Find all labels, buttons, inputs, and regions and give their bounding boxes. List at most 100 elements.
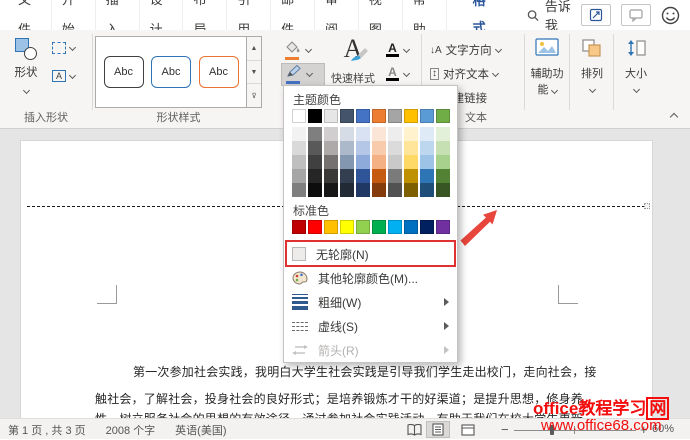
standard-color-swatch-8[interactable] — [404, 220, 418, 234]
tell-me[interactable]: 告诉我 — [527, 0, 581, 34]
web-layout-button[interactable] — [458, 421, 478, 438]
theme-tint-swatch-2-4[interactable] — [308, 169, 322, 183]
theme-tint-swatch-9-3[interactable] — [420, 155, 434, 169]
theme-tint-swatch-6-1[interactable] — [372, 127, 386, 141]
theme-tint-swatch-5-3[interactable] — [356, 155, 370, 169]
theme-tint-swatch-4-4[interactable] — [340, 169, 354, 183]
shape-style-preset-2[interactable]: Abc — [151, 56, 191, 88]
menu-item-more-outline-colors[interactable]: 其他轮廓颜色(M)... — [284, 266, 457, 290]
theme-tint-swatch-4-5[interactable] — [340, 183, 354, 197]
theme-color-swatch-4[interactable] — [340, 109, 354, 123]
theme-tint-swatch-9-5[interactable] — [420, 183, 434, 197]
gallery-scroll-down-button[interactable]: ▼ — [247, 60, 261, 85]
theme-tint-swatch-3-1[interactable] — [324, 127, 338, 141]
text-box-button[interactable]: A — [52, 70, 77, 82]
standard-color-swatch-5[interactable] — [356, 220, 370, 234]
language-indicator[interactable]: 英语(美国) — [175, 422, 226, 438]
theme-tint-swatch-9-1[interactable] — [420, 127, 434, 141]
theme-tint-swatch-1-5[interactable] — [292, 183, 306, 197]
theme-tint-swatch-9-4[interactable] — [420, 169, 434, 183]
theme-tint-swatch-1-1[interactable] — [292, 127, 306, 141]
theme-tint-swatch-7-5[interactable] — [388, 183, 402, 197]
theme-tint-swatch-10-4[interactable] — [436, 169, 450, 183]
standard-color-swatch-7[interactable] — [388, 220, 402, 234]
theme-color-swatch-3[interactable] — [324, 109, 338, 123]
theme-color-swatch-7[interactable] — [388, 109, 402, 123]
standard-color-swatch-9[interactable] — [420, 220, 434, 234]
theme-color-swatch-6[interactable] — [372, 109, 386, 123]
align-text-button[interactable]: ↕ 对齐文本 — [430, 66, 500, 82]
theme-tint-swatch-8-5[interactable] — [404, 183, 418, 197]
theme-tint-swatch-3-4[interactable] — [324, 169, 338, 183]
standard-color-swatch-1[interactable] — [292, 220, 306, 234]
theme-tint-swatch-1-3[interactable] — [292, 155, 306, 169]
menu-item-no-outline[interactable]: 无轮廓(N) — [284, 242, 457, 266]
theme-tint-swatch-5-2[interactable] — [356, 141, 370, 155]
shape-fill-button[interactable] — [281, 39, 325, 62]
standard-color-swatch-10[interactable] — [436, 220, 450, 234]
theme-color-swatch-2[interactable] — [308, 109, 322, 123]
smiley-icon[interactable] — [661, 6, 680, 25]
gallery-scroll-up-button[interactable]: ▲ — [247, 37, 261, 61]
shapes-button[interactable]: 形状 — [6, 36, 46, 108]
theme-tint-swatch-5-5[interactable] — [356, 183, 370, 197]
theme-tint-swatch-4-1[interactable] — [340, 127, 354, 141]
theme-tint-swatch-7-1[interactable] — [388, 127, 402, 141]
comment-button[interactable] — [621, 4, 651, 26]
theme-tint-swatch-5-1[interactable] — [356, 127, 370, 141]
read-mode-button[interactable] — [404, 421, 424, 438]
theme-tint-swatch-6-3[interactable] — [372, 155, 386, 169]
theme-tint-swatch-6-2[interactable] — [372, 141, 386, 155]
theme-tint-swatch-8-3[interactable] — [404, 155, 418, 169]
shape-style-preset-1[interactable]: Abc — [103, 56, 144, 88]
theme-tint-swatch-5-4[interactable] — [356, 169, 370, 183]
standard-color-swatch-6[interactable] — [372, 220, 386, 234]
theme-color-swatch-8[interactable] — [404, 109, 418, 123]
theme-tint-swatch-7-2[interactable] — [388, 141, 402, 155]
theme-tint-swatch-3-3[interactable] — [324, 155, 338, 169]
theme-color-swatch-9[interactable] — [420, 109, 434, 123]
theme-tint-swatch-7-4[interactable] — [388, 169, 402, 183]
theme-tint-swatch-1-4[interactable] — [292, 169, 306, 183]
theme-tint-swatch-2-3[interactable] — [308, 155, 322, 169]
zoom-out-button[interactable]: − — [501, 419, 509, 440]
theme-tint-swatch-4-3[interactable] — [340, 155, 354, 169]
share-button[interactable] — [581, 4, 611, 26]
theme-tint-swatch-3-5[interactable] — [324, 183, 338, 197]
size-button[interactable]: 大小 — [616, 36, 656, 124]
theme-color-swatch-5[interactable] — [356, 109, 370, 123]
theme-tint-swatch-6-5[interactable] — [372, 183, 386, 197]
shape-style-preset-3[interactable]: Abc — [198, 56, 239, 88]
theme-tint-swatch-2-5[interactable] — [308, 183, 322, 197]
theme-tint-swatch-8-2[interactable] — [404, 141, 418, 155]
menu-item-weight[interactable]: 粗细(W) — [284, 290, 457, 314]
theme-tint-swatch-10-3[interactable] — [436, 155, 450, 169]
menu-item-dashes[interactable]: 虚线(S) — [284, 314, 457, 338]
text-fill-button[interactable]: A — [384, 39, 414, 61]
theme-color-swatch-1[interactable] — [292, 109, 306, 123]
theme-tint-swatch-10-1[interactable] — [436, 127, 450, 141]
collapse-ribbon-button[interactable] — [666, 110, 682, 124]
text-direction-button[interactable]: ↓A 文字方向 — [430, 42, 502, 58]
theme-tint-swatch-2-2[interactable] — [308, 141, 322, 155]
theme-tint-swatch-7-3[interactable] — [388, 155, 402, 169]
theme-tint-swatch-2-1[interactable] — [308, 127, 322, 141]
theme-tint-swatch-6-4[interactable] — [372, 169, 386, 183]
page-indicator[interactable]: 第 1 页 , 共 3 页 — [8, 422, 86, 438]
word-count[interactable]: 2008 个字 — [106, 422, 156, 438]
shape-outline-button[interactable] — [281, 63, 325, 86]
theme-tint-swatch-3-2[interactable] — [324, 141, 338, 155]
gallery-more-button[interactable]: ⊽ — [247, 84, 261, 108]
theme-tint-swatch-8-1[interactable] — [404, 127, 418, 141]
accessibility-button[interactable]: 辅助功 能 — [527, 36, 567, 124]
theme-tint-swatch-9-2[interactable] — [420, 141, 434, 155]
theme-tint-swatch-4-2[interactable] — [340, 141, 354, 155]
line-end-handle[interactable] — [644, 203, 650, 209]
theme-tint-swatch-10-5[interactable] — [436, 183, 450, 197]
theme-tint-swatch-1-2[interactable] — [292, 141, 306, 155]
text-outline-button[interactable]: A — [384, 63, 414, 85]
edit-shape-button[interactable] — [52, 42, 77, 54]
arrange-button[interactable]: 排列 — [572, 36, 612, 124]
standard-color-swatch-2[interactable] — [308, 220, 322, 234]
print-layout-button[interactable] — [426, 421, 450, 438]
